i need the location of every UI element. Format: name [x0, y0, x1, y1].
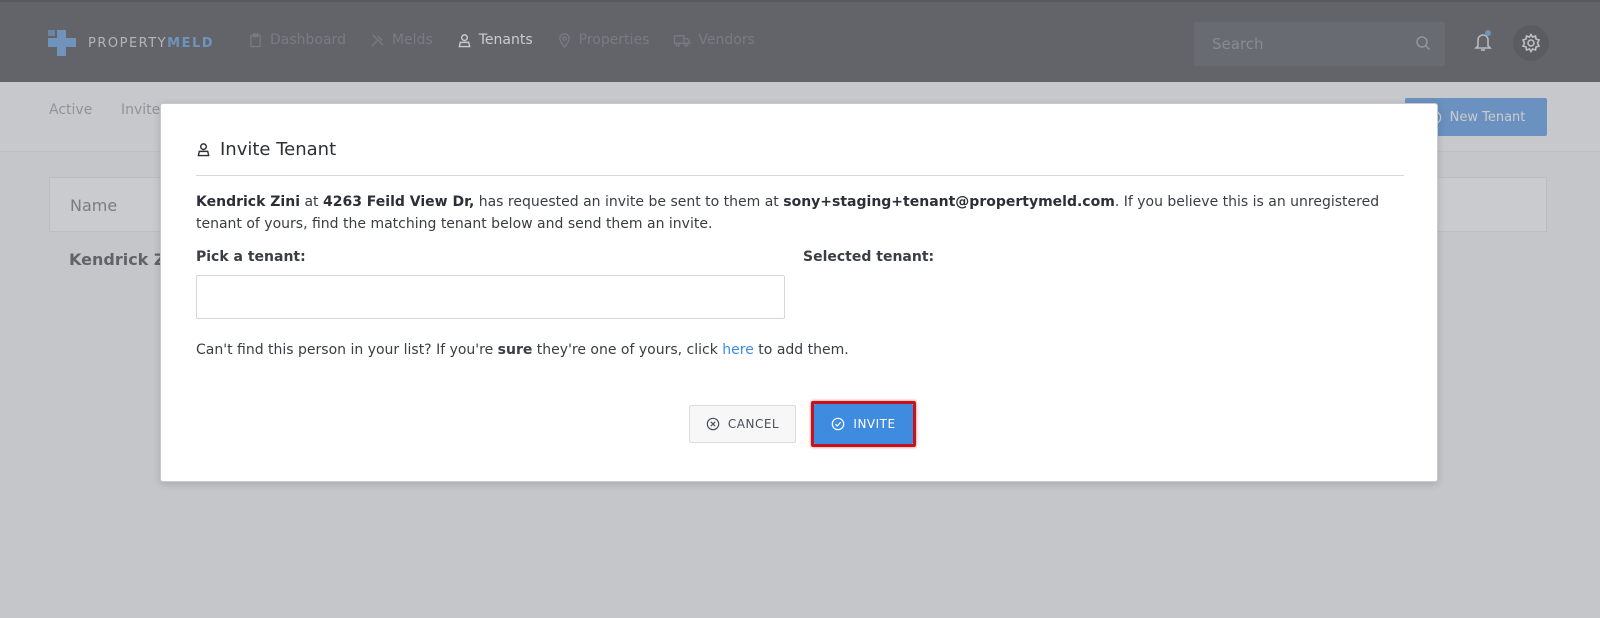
requester-address: 4263 Feild View Dr,	[322, 194, 475, 210]
requester-email: sony+staging+tenant@propertymeld.com	[783, 194, 1115, 210]
check-circle-icon	[832, 417, 845, 431]
title-divider	[196, 175, 1404, 176]
cant-find-part: they're one of yours, click	[532, 342, 723, 358]
message-text: at	[300, 194, 323, 210]
requester-name: Kendrick Zini	[196, 194, 300, 210]
message-text: has requested an invite be sent to them …	[474, 194, 784, 210]
cant-find-text: Can't find this person in your list? If …	[196, 342, 849, 358]
cancel-label: CANCEL	[727, 417, 780, 431]
cancel-button[interactable]: CANCEL	[689, 405, 796, 443]
cant-find-part: Can't find this person in your list? If …	[196, 342, 498, 358]
invite-tenant-modal: Invite Tenant Kendrick Zini at 4263 Feil…	[160, 103, 1438, 482]
invite-button[interactable]: INVITE	[814, 404, 913, 444]
invite-label: INVITE	[853, 417, 896, 431]
modal-title: Invite Tenant	[196, 139, 336, 160]
cant-find-emphasis: sure	[497, 342, 533, 358]
selected-tenant-label: Selected tenant:	[803, 249, 935, 265]
cant-find-part: to add them.	[753, 342, 849, 358]
pick-tenant-label: Pick a tenant:	[196, 249, 306, 265]
add-tenant-link[interactable]: here	[722, 342, 754, 358]
modal-title-text: Invite Tenant	[220, 139, 337, 160]
close-circle-icon	[706, 417, 720, 431]
user-icon	[197, 143, 210, 157]
invite-button-highlight: INVITE	[811, 401, 916, 447]
invite-request-message: Kendrick Zini at 4263 Feild View Dr, has…	[196, 191, 1416, 235]
pick-tenant-input[interactable]	[196, 275, 785, 319]
